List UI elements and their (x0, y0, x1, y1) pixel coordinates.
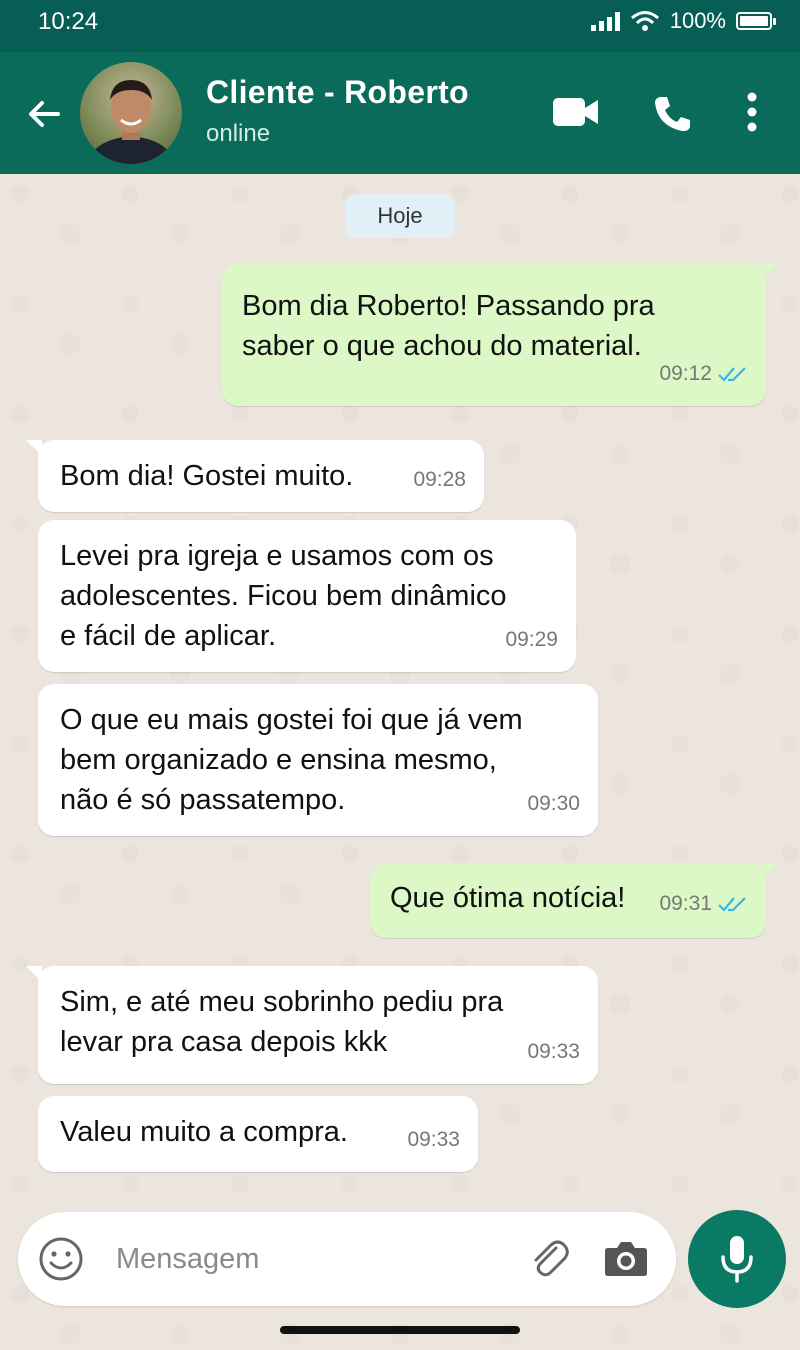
emoji-icon[interactable] (38, 1236, 84, 1282)
avatar[interactable] (80, 62, 182, 164)
chat-area[interactable]: Hoje Bom dia Roberto! Passando pra saber… (0, 174, 800, 1350)
message-text: não é só passatempo. (60, 784, 346, 816)
message-meta: 09:33 (527, 1032, 580, 1072)
message-incoming[interactable]: Valeu muito a compra. 09:33 (38, 1096, 478, 1172)
home-indicator[interactable] (280, 1326, 520, 1334)
message-text: levar pra casa depois kkk (60, 1026, 388, 1058)
message-time: 09:33 (527, 1040, 580, 1063)
message-incoming[interactable]: Sim, e até meu sobrinho pediu pra levar … (26, 966, 598, 1084)
message-text: bem organizado e ensina mesmo, (60, 744, 497, 776)
battery-icon (736, 12, 776, 30)
contact-status: online (206, 120, 271, 147)
message-meta: 09:33 (407, 1120, 460, 1160)
message-time: 09:30 (527, 792, 580, 815)
bubble-tail (26, 440, 42, 456)
bubble-tail (762, 864, 778, 880)
phone-icon[interactable] (652, 94, 692, 134)
message-text: adolescentes. Ficou bem dinâmico (60, 580, 507, 612)
message-text: Valeu muito a compra. (60, 1116, 348, 1148)
message-outgoing[interactable]: Que ótima notícia! 09:31 (370, 864, 778, 938)
signal-icon (590, 11, 620, 31)
battery-percent: 100% (669, 8, 726, 33)
avatar-portrait (88, 80, 174, 164)
message-time: 09:12 (659, 362, 712, 385)
message-meta: 09:29 (505, 620, 558, 660)
message-outgoing[interactable]: Bom dia Roberto! Passando pra saber o qu… (222, 264, 778, 406)
bubble-tail (762, 264, 778, 280)
status-bar: 10:24 100% (0, 0, 800, 52)
message-meta: 09:28 (413, 460, 466, 500)
message-time: 09:33 (407, 1128, 460, 1151)
message-text: e fácil de aplicar. (60, 620, 277, 652)
message-time: 09:29 (505, 628, 558, 651)
contact-name[interactable]: Cliente - Roberto (206, 74, 469, 111)
microphone-icon (721, 1236, 753, 1283)
status-time: 10:24 (38, 8, 99, 35)
message-time: 09:31 (659, 892, 712, 915)
status-indicators: 100% (590, 8, 776, 34)
message-time: 09:28 (413, 468, 466, 491)
video-camera-icon[interactable] (552, 96, 600, 128)
double-check-icon (718, 367, 746, 382)
message-incoming[interactable]: Levei pra igreja e usamos com os adolesc… (38, 520, 576, 672)
message-text: Sim, e até meu sobrinho pediu pra (60, 986, 504, 1018)
paperclip-icon[interactable] (526, 1236, 572, 1282)
message-meta: 09:31 (659, 884, 748, 924)
microphone-button[interactable] (688, 1210, 786, 1308)
message-text: Bom dia Roberto! Passando pra (242, 290, 655, 322)
message-incoming[interactable]: Bom dia! Gostei muito. 09:28 (26, 440, 484, 512)
message-meta: 09:12 (659, 354, 748, 394)
camera-icon[interactable] (604, 1238, 648, 1278)
arrow-left-icon[interactable] (22, 92, 66, 136)
chat-header: Cliente - Roberto online (0, 52, 800, 174)
message-text: O que eu mais gostei foi que já vem (60, 704, 523, 736)
message-input-bar[interactable]: Mensagem (18, 1212, 676, 1306)
double-check-icon (718, 897, 746, 912)
more-vert-icon[interactable] (744, 92, 760, 132)
message-text: Bom dia! Gostei muito. (60, 460, 354, 492)
message-text: Levei pra igreja e usamos com os (60, 540, 494, 572)
wifi-icon (630, 11, 659, 31)
message-incoming[interactable]: O que eu mais gostei foi que já vem bem … (38, 684, 598, 836)
message-input[interactable]: Mensagem (116, 1212, 259, 1306)
bubble-tail (26, 966, 42, 982)
date-chip: Hoje (345, 194, 455, 238)
message-meta: 09:30 (527, 784, 580, 824)
